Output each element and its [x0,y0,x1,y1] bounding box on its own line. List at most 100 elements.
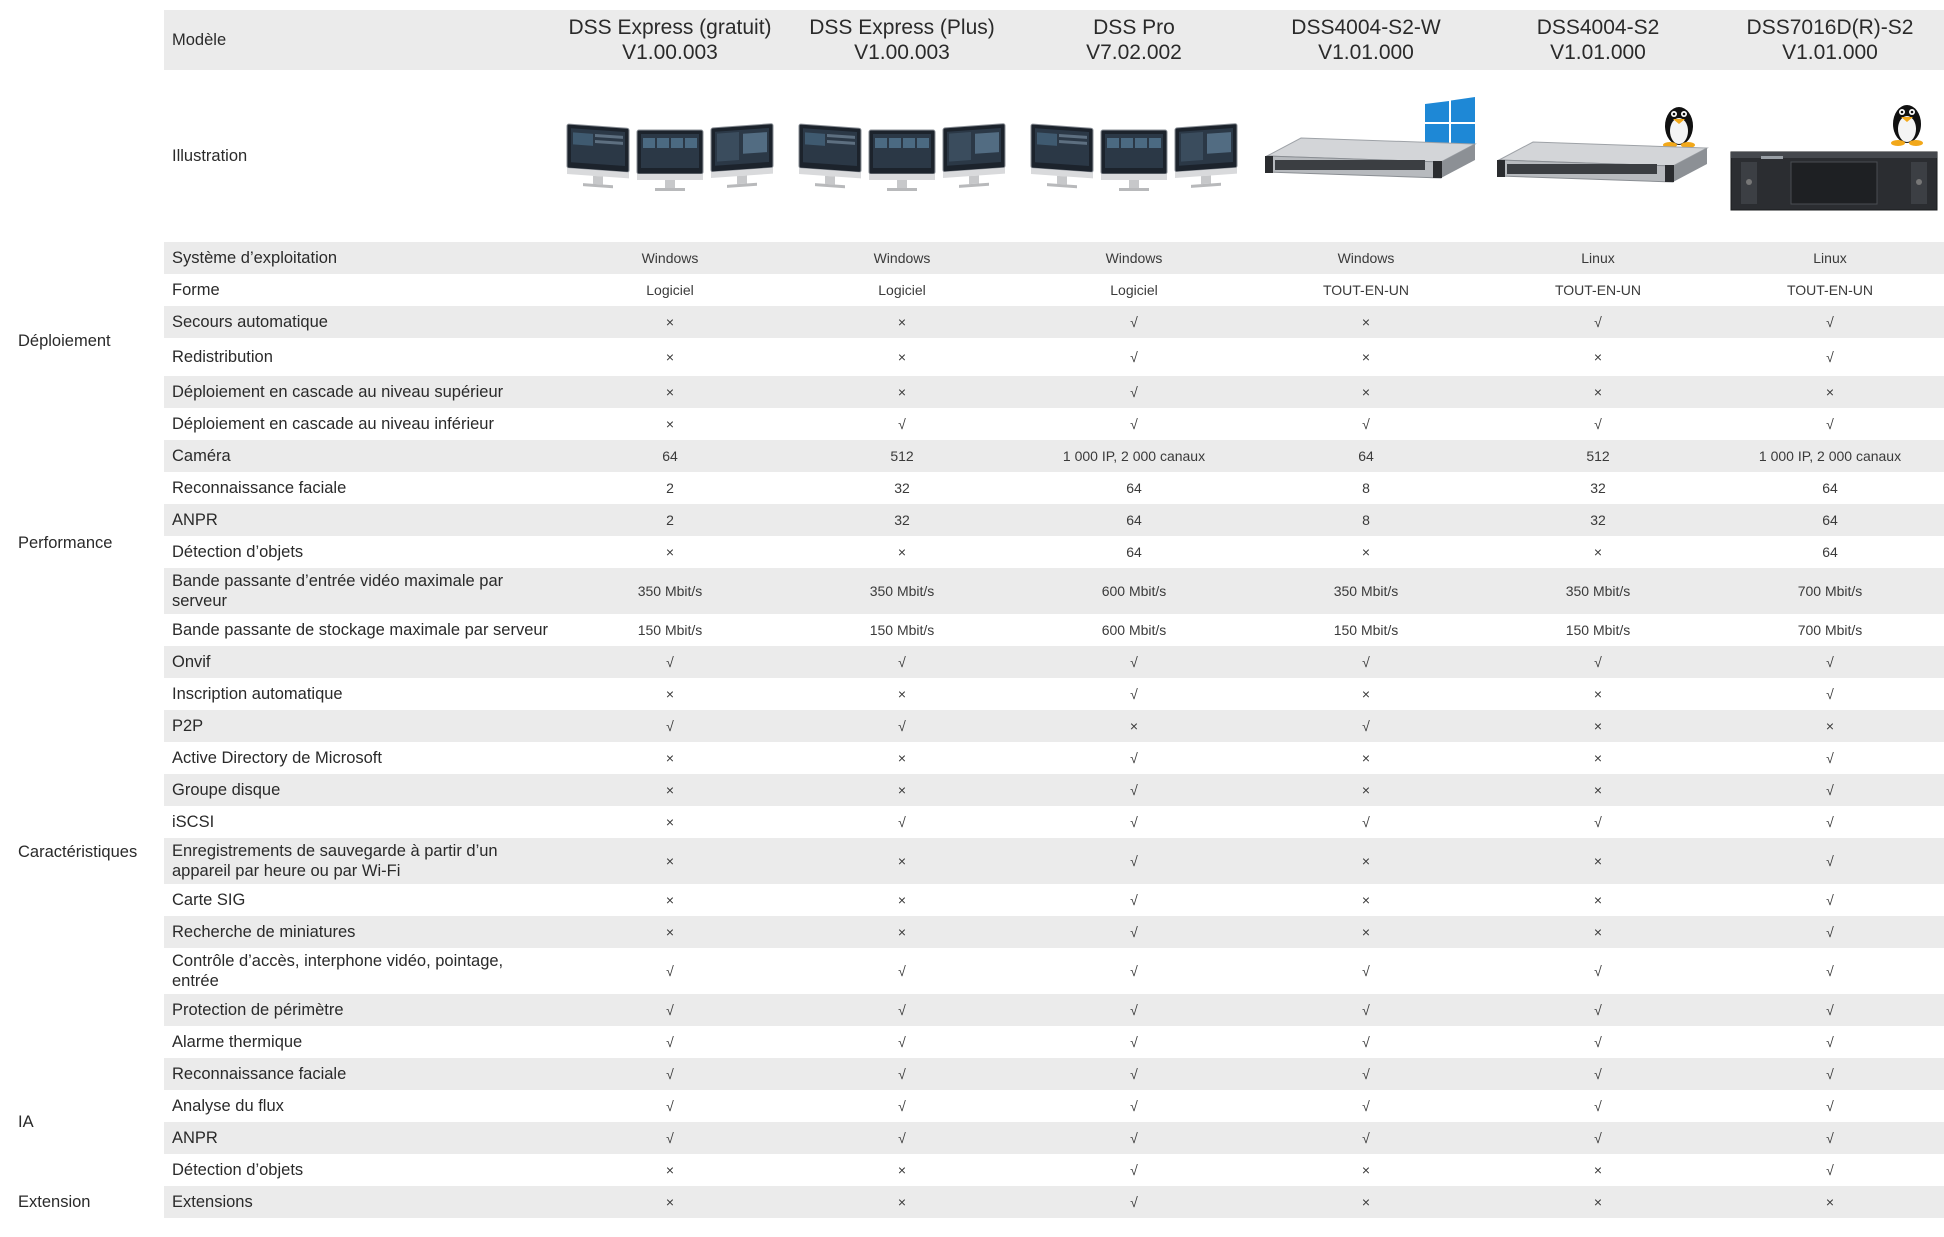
row-label: Contrôle d’accès, interphone vidéo, poin… [172,952,504,990]
value-cell: × [554,376,786,408]
value-cell: 600 Mbit/s [1101,622,1167,638]
value-cell: √ [1594,1034,1602,1050]
value-cell: √ [1130,1034,1138,1050]
value-cell: √ [898,814,906,830]
table-row: Analyse du flux √ √ √ √ √ √ [12,1090,1944,1122]
value-cell: × [897,686,907,702]
value-cell: 700 Mbit/s [1797,622,1863,638]
value-cell: √ [1018,1186,1250,1218]
value-cell: √ [1018,306,1250,338]
row-label: Onvif [164,646,554,678]
value-cell: √ [554,1122,786,1154]
value-cell: 64 [1126,544,1142,560]
value-cell: 8 [1362,480,1370,496]
value-cell: √ [1250,1058,1482,1090]
group-label: Déploiement [12,242,164,440]
value-cell: × [897,544,907,560]
table-row: Reconnaissance faciale 2 32 64 8 32 64 [12,472,1944,504]
value-cell: 512 [786,440,1018,472]
table-row: Alarme thermique √ √ √ √ √ √ [12,1026,1944,1058]
value-cell: √ [1130,963,1138,979]
value-cell: × [786,838,1018,884]
value-cell: × [1482,376,1714,408]
table-row: Performance Caméra 64 512 1 000 IP, 2 000 ca… [12,440,1944,646]
table-row: Bande passante d’entrée vidéo maximale p… [12,568,1944,614]
value-cell: √ [1250,710,1482,742]
value-cell: × [897,349,907,365]
value-cell: √ [1826,416,1834,432]
value-cell: × [1714,1186,1944,1218]
value-cell: √ [1130,686,1138,702]
value-cell: √ [1714,646,1944,678]
product-version: V1.01.000 [1318,41,1414,64]
value-cell: 32 [1590,480,1606,496]
table-row: IA Reconnaissance faciale √ √ √ √ √ √ [12,1058,1944,1186]
header-row: Modèle DSS Express (gratuit) V1.00.003 DS… [12,10,1944,70]
value-cell: × [1482,916,1714,948]
table-row: Caractéristiques Onvif √ √ √ √ √ √ [12,646,1944,1058]
value-cell: √ [1714,838,1944,884]
value-cell: √ [1130,814,1138,830]
value-cell: 350 Mbit/s [786,568,1018,614]
value-cell: √ [1362,814,1370,830]
value-cell: 64 [554,440,786,472]
value-cell: × [1018,710,1250,742]
value-cell: × [1482,1186,1714,1218]
value-cell: Logiciel [1110,282,1158,298]
row-label: P2P [164,710,554,742]
value-cell: × [897,750,907,766]
product-illustration-4 [1250,70,1482,242]
table-row: Déploiement en cascade au niveau supérie… [12,376,1944,408]
value-cell: √ [1482,306,1714,338]
table-row: Forme Logiciel Logiciel Logiciel TOUT-EN-UN T… [12,274,1944,306]
rack-server-1u-image [1261,94,1477,214]
product-title-5: DSS4004-S2 V1.01.000 [1482,10,1714,70]
value-cell: 150 Mbit/s [637,622,703,638]
row-label: iSCSI [172,813,215,831]
value-cell: √ [1714,916,1944,948]
value-cell: × [665,750,675,766]
value-cell: × [554,306,786,338]
row-label: Analyse du flux [172,1097,284,1115]
value-cell: × [554,916,786,948]
value-cell: √ [1594,814,1602,830]
row-label: Bande passante de stockage maximale par … [172,621,549,639]
value-cell: 150 Mbit/s [869,622,935,638]
value-cell: 8 [1250,504,1482,536]
value-cell: √ [1714,774,1944,806]
value-cell: × [1593,686,1603,702]
value-cell: √ [786,994,1018,1026]
value-cell: √ [1018,838,1250,884]
value-cell: × [1361,892,1371,908]
value-cell: √ [554,646,786,678]
product-name: DSS Express (gratuit) [568,16,772,39]
row-label: Secours automatique [164,306,554,338]
row-label: Forme [172,281,220,299]
product-title-2: DSS Express (Plus) V1.00.003 [786,10,1018,70]
value-cell: × [1361,1162,1371,1178]
value-cell: 32 [786,504,1018,536]
illustration-row: Illustration [12,70,1944,242]
value-cell: × [665,544,675,560]
row-label: ANPR [164,504,554,536]
group-label: Caractéristiques [12,646,164,1058]
value-cell: 350 Mbit/s [1250,568,1482,614]
value-cell: 32 [1482,504,1714,536]
value-cell: √ [1130,892,1138,908]
value-cell: × [1361,750,1371,766]
value-cell: √ [1826,1098,1834,1114]
row-label: Redistribution [172,348,273,366]
value-cell: √ [1018,1058,1250,1090]
value-cell: Linux [1714,242,1944,274]
three-monitors-image [565,94,775,214]
value-cell: √ [1362,963,1370,979]
table-row: ANPR 2 32 64 8 32 64 [12,504,1944,536]
product-illustration-1 [554,70,786,242]
value-cell: √ [1130,1098,1138,1114]
row-label: Carte SIG [172,891,246,909]
table-row: Contrôle d’accès, interphone vidéo, poin… [12,948,1944,994]
value-cell: × [665,416,675,432]
value-cell: × [1250,916,1482,948]
linux-tux-icon [1891,104,1923,146]
product-version: V1.00.003 [854,41,950,64]
